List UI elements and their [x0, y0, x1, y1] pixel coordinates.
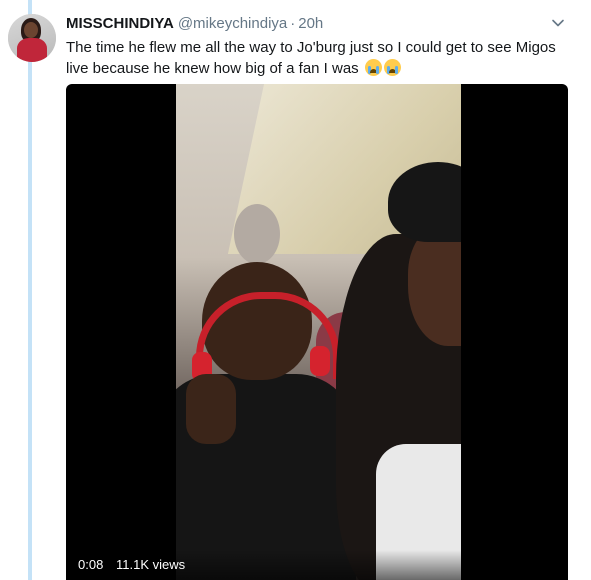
- chevron-down-icon[interactable]: [551, 16, 565, 30]
- timestamp[interactable]: 20h: [298, 15, 323, 32]
- video-frame[interactable]: [176, 84, 461, 580]
- separator: ·: [290, 15, 296, 32]
- user-handle[interactable]: @mikeychindiya: [178, 15, 287, 32]
- video-elapsed-time: 0:08: [78, 557, 104, 572]
- video-view-count: 11.1K views: [116, 557, 186, 572]
- display-name[interactable]: MISSCHINDIYA: [66, 15, 174, 32]
- tweet-body: The time he flew me all the way to Jo'bu…: [66, 39, 556, 77]
- tweet-header: MISSCHINDIYA @mikeychindiya · 20h: [66, 14, 571, 34]
- avatar[interactable]: [8, 14, 56, 62]
- tweet-text: The time he flew me all the way to Jo'bu…: [66, 37, 566, 79]
- thread-line: [28, 0, 32, 580]
- video-controls[interactable]: 0:08 11.1K views: [66, 550, 568, 580]
- video-player[interactable]: 0:08 11.1K views: [66, 84, 568, 580]
- crying-face-icon: [364, 59, 382, 76]
- crying-face-icon: [383, 59, 401, 76]
